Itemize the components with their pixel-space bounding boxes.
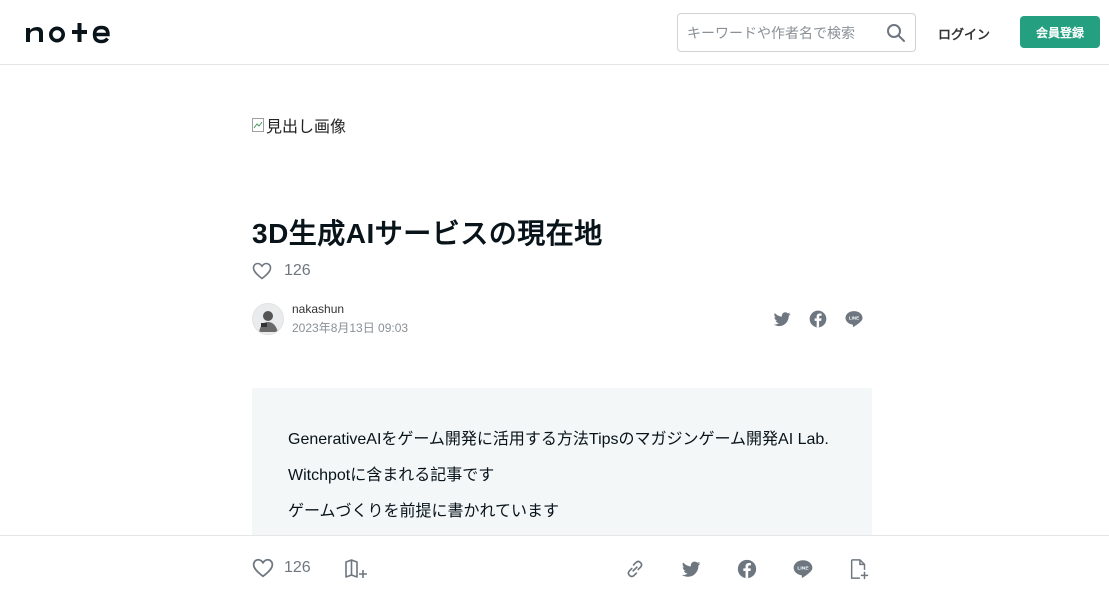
login-button[interactable]: ログイン <box>930 20 998 46</box>
like-count: 126 <box>284 262 311 279</box>
share-buttons-top: LINE <box>772 309 864 329</box>
like-summary[interactable]: 126 <box>252 261 311 281</box>
bottom-action-bar: 126 LINE <box>0 535 1109 600</box>
intro-box: GenerativeAIをゲーム開発に活用する方法Tipsのマガジンゲーム開発A… <box>252 388 872 548</box>
search-icon[interactable] <box>886 23 906 43</box>
author-info: nakashun 2023年8月13日 09:03 <box>252 302 408 336</box>
twitter-icon[interactable] <box>772 309 792 329</box>
signup-button[interactable]: 会員登録 <box>1020 16 1100 48</box>
author-name[interactable]: nakashun <box>292 302 408 316</box>
intro-line: Witchpotに含まれる記事です <box>288 467 495 484</box>
hero-image: 見出し画像 <box>252 115 347 136</box>
add-to-magazine-icon[interactable] <box>344 558 368 580</box>
twitter-icon[interactable] <box>680 558 702 580</box>
hero-image-alt-text: 見出し画像 <box>266 119 347 136</box>
article-title: 3D生成AIサービスの現在地 <box>252 218 603 249</box>
bottom-share-actions: LINE <box>624 558 870 580</box>
site-header: ログイン 会員登録 <box>0 0 1109 65</box>
line-icon[interactable]: LINE <box>792 558 814 580</box>
broken-image-icon <box>252 118 264 132</box>
avatar[interactable] <box>252 303 284 335</box>
avatar-image <box>253 304 283 334</box>
heart-icon[interactable] <box>252 558 274 578</box>
svg-text:LINE: LINE <box>849 316 859 321</box>
intro-line: ゲームづくりを前提に書かれています <box>288 503 560 520</box>
search-box[interactable] <box>677 13 916 52</box>
like-button[interactable]: 126 <box>252 558 311 578</box>
note-logo[interactable] <box>24 20 124 44</box>
facebook-icon[interactable] <box>736 558 758 580</box>
facebook-icon[interactable] <box>808 309 828 329</box>
intro-line: GenerativeAIをゲーム開発に活用する方法Tipsのマガジンゲーム開発A… <box>288 431 829 448</box>
svg-text:LINE: LINE <box>797 566 809 572</box>
publish-date: 2023年8月13日 09:03 <box>292 321 409 335</box>
like-count: 126 <box>284 559 311 576</box>
line-icon[interactable]: LINE <box>844 309 864 329</box>
embed-note-icon[interactable] <box>848 558 870 580</box>
link-icon[interactable] <box>624 558 646 580</box>
search-input[interactable] <box>687 22 877 44</box>
heart-icon[interactable] <box>252 262 272 280</box>
